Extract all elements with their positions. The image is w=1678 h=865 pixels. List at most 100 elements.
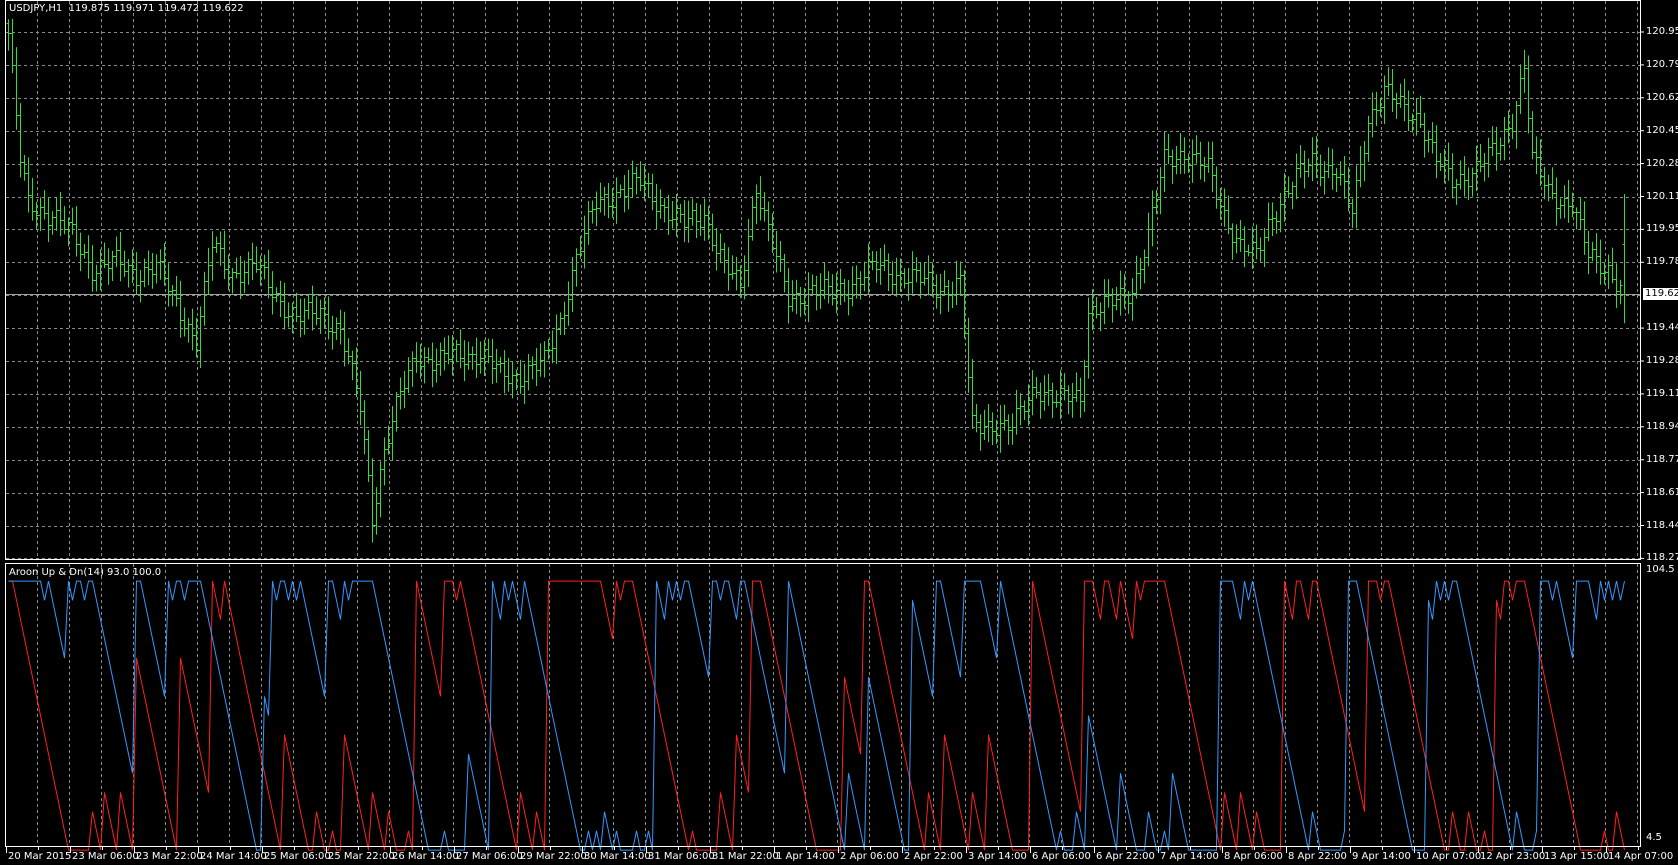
price-bar bbox=[562, 301, 567, 336]
price-bar bbox=[1498, 137, 1503, 161]
price-bar bbox=[702, 198, 707, 241]
price-bar bbox=[1302, 150, 1307, 189]
price-bar bbox=[366, 430, 371, 482]
price-bar bbox=[506, 358, 511, 392]
price-bar bbox=[1178, 133, 1183, 174]
price-bar bbox=[438, 342, 443, 376]
price-bar bbox=[6, 19, 11, 51]
price-label: 119.280 bbox=[1646, 355, 1678, 366]
time-label: 8 Apr 22:00 bbox=[1288, 851, 1347, 862]
price-bar bbox=[726, 247, 731, 291]
price-bar bbox=[946, 279, 951, 312]
price-bar bbox=[798, 286, 803, 317]
price-bar bbox=[1242, 226, 1247, 268]
price-bar bbox=[1166, 133, 1171, 165]
price-bar bbox=[1286, 176, 1291, 198]
price-bar bbox=[986, 404, 991, 442]
price-bar bbox=[1470, 167, 1475, 197]
ohlc-readout: 119.875 119.971 119.472 119.622 bbox=[68, 3, 244, 14]
price-bar bbox=[338, 309, 343, 345]
price-bar bbox=[1334, 167, 1339, 193]
price-bar bbox=[370, 458, 375, 543]
price-bar bbox=[346, 338, 351, 365]
price-bar bbox=[1578, 197, 1583, 231]
price-bar bbox=[1486, 137, 1491, 178]
price-bar bbox=[470, 346, 475, 370]
price-bar bbox=[1046, 373, 1051, 406]
price-bar bbox=[70, 207, 75, 235]
current-price-label: 119.622 bbox=[1643, 287, 1678, 300]
price-bar bbox=[110, 250, 115, 282]
price-bar bbox=[1066, 385, 1071, 415]
price-bar bbox=[602, 186, 607, 216]
price-bar bbox=[622, 175, 627, 213]
price-bar bbox=[1230, 223, 1235, 260]
price-bar bbox=[670, 201, 675, 229]
grid bbox=[6, 1, 1640, 846]
price-bar bbox=[686, 200, 691, 243]
price-bar bbox=[954, 260, 959, 306]
price-bar bbox=[90, 245, 95, 292]
price-bar bbox=[502, 350, 507, 394]
price-bar bbox=[1222, 188, 1227, 227]
price-bar bbox=[618, 184, 623, 198]
price-bar bbox=[1434, 125, 1439, 179]
price-bar bbox=[30, 177, 35, 221]
price-bar bbox=[1518, 64, 1523, 114]
price-bar bbox=[1530, 111, 1535, 160]
price-label: 120.620 bbox=[1646, 91, 1678, 103]
price-bar bbox=[178, 280, 183, 338]
price-label: 120.955 bbox=[1646, 26, 1678, 37]
price-bar bbox=[754, 184, 759, 225]
price-bar bbox=[1258, 237, 1263, 262]
price-bar bbox=[814, 276, 819, 311]
price-bar bbox=[530, 356, 535, 380]
price-bar bbox=[402, 370, 407, 408]
price-bar bbox=[486, 338, 491, 364]
price-bar bbox=[762, 191, 767, 222]
price-bar bbox=[54, 197, 59, 231]
price-bar bbox=[1274, 211, 1279, 234]
price-bar bbox=[1386, 67, 1391, 97]
price-bar bbox=[1098, 302, 1103, 332]
price-bar bbox=[266, 249, 271, 299]
price-label: 118.275 bbox=[1646, 552, 1678, 564]
time-label: 25 Mar 06:00 bbox=[264, 851, 331, 862]
price-bar bbox=[158, 249, 163, 280]
price-bar bbox=[222, 230, 227, 280]
price-bar bbox=[1290, 181, 1295, 210]
price-bar bbox=[186, 317, 191, 343]
chart-canvas[interactable] bbox=[0, 0, 1678, 865]
price-bar bbox=[518, 359, 523, 394]
price-bar bbox=[206, 247, 211, 295]
price-label: 120.115 bbox=[1646, 190, 1678, 202]
price-bar bbox=[94, 264, 99, 292]
price-bar bbox=[806, 272, 811, 323]
price-bar bbox=[1370, 92, 1375, 138]
price-bar bbox=[1214, 166, 1219, 209]
price-bar bbox=[534, 347, 539, 386]
price-bar bbox=[738, 265, 743, 298]
price-bar bbox=[298, 298, 303, 338]
price-bar bbox=[974, 404, 979, 433]
price-bar bbox=[46, 197, 51, 243]
price-bar bbox=[838, 268, 843, 306]
price-bar bbox=[182, 307, 187, 337]
price-bar bbox=[42, 190, 47, 220]
price-bar bbox=[290, 302, 295, 334]
price-bar bbox=[830, 274, 835, 306]
price-bar bbox=[1266, 202, 1271, 242]
price-bar bbox=[1050, 382, 1055, 419]
price-bar bbox=[1594, 233, 1599, 274]
price-bar bbox=[1414, 98, 1419, 136]
price-bar bbox=[662, 198, 667, 223]
time-label: 23 Mar 06:00 bbox=[72, 851, 139, 862]
price-bar bbox=[510, 361, 515, 399]
price-bar bbox=[1382, 75, 1387, 125]
price-label: 118.610 bbox=[1646, 486, 1678, 498]
price-bar bbox=[394, 391, 399, 432]
price-bar bbox=[262, 254, 267, 280]
price-bar bbox=[362, 400, 367, 455]
time-label: 31 Mar 22:00 bbox=[712, 851, 779, 862]
price-bar bbox=[462, 340, 467, 382]
